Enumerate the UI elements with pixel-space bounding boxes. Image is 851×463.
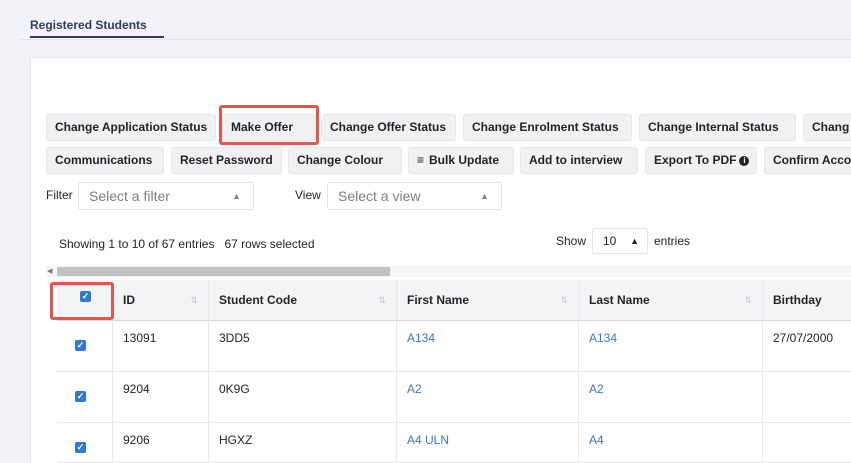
row-checkbox[interactable]: ✓ [75,442,86,453]
scrollbar-thumb[interactable] [57,267,390,276]
cell-first-name-link[interactable]: A4 ULN [396,423,578,463]
cell-birthday: 27/07/2000 [762,321,851,372]
reset-password-button[interactable]: Reset Password [171,147,282,174]
change-more-button[interactable]: Chang [803,114,851,141]
cell-last-name-link[interactable]: A4 [578,423,762,463]
sort-icon: ⇅ [378,295,386,305]
export-to-pdf-button[interactable]: Export To PDF i [645,147,757,174]
confirm-acco-button[interactable]: Confirm Acco [764,147,851,174]
cell-id: 9204 [112,372,208,423]
scroll-left-icon[interactable]: ◀ [47,266,52,277]
show-label: Show [556,234,587,248]
table-info: Showing 1 to 10 of 67 entries 67 rows se… [59,237,315,251]
view-placeholder: Select a view [338,188,421,204]
tab-bar: Registered Students [20,0,851,40]
change-enrolment-status-button[interactable]: Change Enrolment Status [463,114,632,141]
tab-registered-students[interactable]: Registered Students [30,18,147,32]
make-offer-highlight [219,105,319,145]
entries-count: Showing 1 to 10 of 67 entries [59,237,215,251]
cell-student-code: 0K9G [208,372,396,423]
active-tab-indicator [30,36,164,38]
column-header-birthday[interactable]: Birthday [762,280,851,321]
cell-birthday [762,372,851,423]
table-row: ✓ 13091 3DD5 A134 A134 27/07/2000 [57,321,851,372]
info-icon: i [739,155,750,166]
table-row: ✓ 9206 HGXZ A4 ULN A4 [57,423,851,463]
cell-student-code: HGXZ [208,423,396,463]
bulk-update-button[interactable]: ≡ Bulk Update [408,147,514,174]
entries-label: entries [654,234,691,248]
filter-select[interactable]: Select a filter ▲ [78,182,254,210]
sort-icon: ⇅ [744,295,752,305]
select-arrows-icon: ▲ [232,191,241,201]
list-icon: ≡ [417,153,425,167]
row-checkbox[interactable]: ✓ [75,340,86,351]
add-to-interview-button[interactable]: Add to interview [520,147,638,174]
change-internal-status-button[interactable]: Change Internal Status [639,114,796,141]
table-header: ID ⇅ Student Code ⇅ First Name ⇅ Last Name ⇅… [57,280,851,321]
cell-id: 13091 [112,321,208,372]
cell-first-name-link[interactable]: A2 [396,372,578,423]
table-row: ✓ 9204 0K9G A2 A2 [57,372,851,423]
select-arrows-icon: ▲ [480,191,489,201]
sort-icon: ⇅ [560,295,568,305]
cell-last-name-link[interactable]: A134 [578,321,762,372]
filter-label: Filter [46,188,73,202]
communications-button[interactable]: Communications [46,147,164,174]
column-header-id[interactable]: ID ⇅ [112,280,208,321]
cell-id: 9206 [112,423,208,463]
column-header-first-name[interactable]: First Name ⇅ [396,280,578,321]
horizontal-scrollbar[interactable]: ◀ [46,266,851,277]
column-header-last-name[interactable]: Last Name ⇅ [578,280,762,321]
cell-birthday [762,423,851,463]
sort-icon: ⇅ [190,295,198,305]
select-arrows-icon: ▲ [630,236,639,246]
select-all-highlight [50,282,114,320]
view-select[interactable]: Select a view ▲ [327,182,502,210]
change-offer-status-button[interactable]: Change Offer Status [321,114,456,141]
row-checkbox[interactable]: ✓ [75,391,86,402]
page-length-value: 10 [603,234,617,248]
cell-last-name-link[interactable]: A2 [578,372,762,423]
rows-selected: 67 rows selected [224,237,315,251]
cell-student-code: 3DD5 [208,321,396,372]
filter-placeholder: Select a filter [89,188,170,204]
page-length-select[interactable]: 10 ▲ [592,228,648,254]
view-label: View [295,188,321,202]
change-colour-button[interactable]: Change Colour [288,147,402,174]
cell-first-name-link[interactable]: A134 [396,321,578,372]
change-application-status-button[interactable]: Change Application Status [46,114,216,141]
column-header-student-code[interactable]: Student Code ⇅ [208,280,396,321]
